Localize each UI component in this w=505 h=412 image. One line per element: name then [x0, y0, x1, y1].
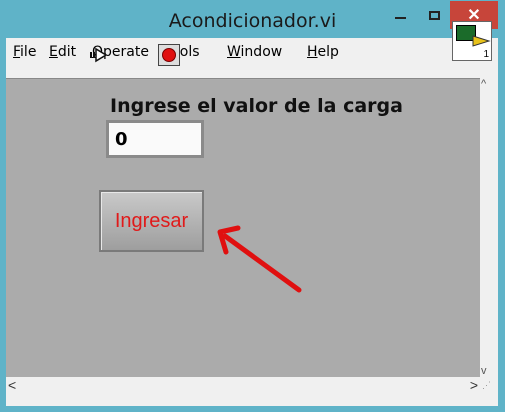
scroll-down-icon[interactable]: v	[481, 365, 487, 377]
minimize-button[interactable]	[385, 1, 415, 29]
maximize-button[interactable]	[419, 1, 449, 29]
menu-file-label: ile	[20, 44, 37, 60]
front-panel	[6, 78, 480, 378]
menu-edit[interactable]: Edit	[49, 44, 76, 60]
vi-icon-number: 1	[483, 49, 489, 60]
menu-help-mnemonic: H	[307, 44, 318, 60]
menu-window-mnemonic: W	[227, 44, 241, 60]
maximize-icon	[428, 10, 440, 20]
menu-window[interactable]: Window	[227, 44, 282, 60]
scroll-up-icon[interactable]: ^	[481, 78, 486, 90]
menu-file[interactable]: File	[13, 44, 36, 60]
menu-edit-label: dit	[57, 44, 77, 60]
probe-icon	[472, 35, 491, 47]
scroll-right-icon[interactable]: >	[470, 377, 478, 393]
vertical-scrollbar[interactable]: ^ v	[480, 78, 492, 377]
menu-help-label: elp	[317, 44, 339, 60]
ingresar-button[interactable]: Ingresar	[99, 190, 204, 252]
title-bar[interactable]: Acondicionador.vi ✕	[0, 0, 505, 38]
horizontal-scrollbar[interactable]: < >	[6, 377, 480, 394]
menu-file-mnemonic: F	[13, 44, 21, 60]
menu-edit-mnemonic: E	[49, 44, 58, 60]
abort-button[interactable]	[158, 44, 180, 66]
labview-window: Acondicionador.vi ✕ File Edit Operate To…	[0, 0, 505, 412]
load-value-input[interactable]: 0	[106, 120, 204, 158]
load-value-label: Ingrese el valor de la carga	[110, 95, 403, 117]
vi-icon[interactable]: 1	[452, 21, 492, 61]
resize-grip-icon[interactable]: ⋰	[482, 380, 492, 394]
menu-help[interactable]: Help	[307, 44, 339, 60]
run-button[interactable]	[88, 44, 110, 66]
abort-stop-icon	[162, 48, 176, 62]
menu-window-label: indow	[240, 44, 283, 60]
minimize-icon	[394, 17, 406, 19]
scroll-left-icon[interactable]: <	[8, 377, 16, 393]
menu-bar: File Edit Operate Tools Window Help	[6, 38, 457, 64]
run-arrow-icon	[90, 47, 108, 63]
